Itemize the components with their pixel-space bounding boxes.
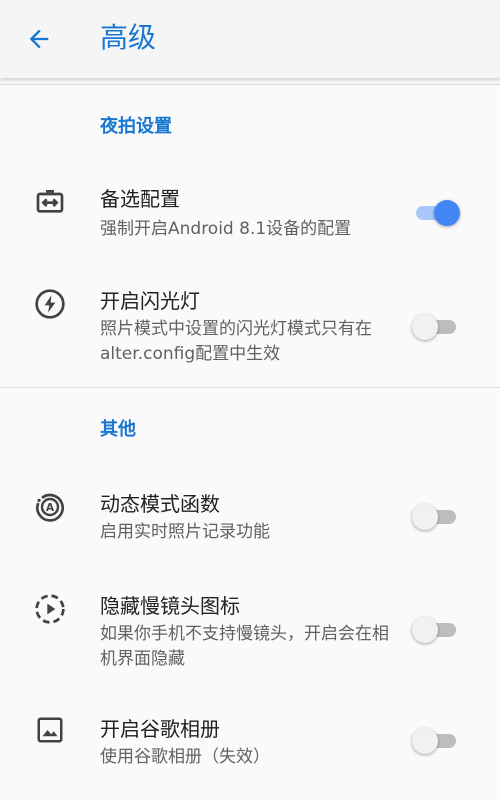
image-icon bbox=[32, 712, 68, 748]
pref-title: 动态模式函数 bbox=[100, 492, 220, 516]
pref-summary: 如果你手机不支持慢镜头，开启会在相机界面隐藏 bbox=[100, 624, 389, 669]
pref-motion-mode[interactable]: A 动态模式函数 启用实时照片记录功能 bbox=[0, 475, 500, 559]
divider bbox=[0, 387, 500, 388]
flash-icon bbox=[32, 286, 68, 322]
page-title: 高级 bbox=[100, 21, 157, 54]
pref-title: 备选配置 bbox=[100, 187, 180, 211]
section-header-night-shot: 夜拍设置 bbox=[100, 116, 172, 137]
pref-title: 隐藏慢镜头图标 bbox=[100, 594, 240, 618]
switch-thumb bbox=[412, 504, 438, 530]
pref-summary: 使用谷歌相册（失效） bbox=[100, 747, 270, 767]
switch-thumb bbox=[412, 314, 438, 340]
toggle-switch[interactable] bbox=[412, 502, 460, 532]
switch-thumb bbox=[412, 728, 438, 754]
pref-flash[interactable]: 开启闪光灯 照片模式中设置的闪光灯模式只有在alter.config配置中生效 bbox=[0, 272, 500, 372]
app-bar: 高级 bbox=[0, 0, 500, 78]
pref-google-photos[interactable]: 开启谷歌相册 使用谷歌相册（失效） bbox=[0, 700, 500, 780]
arrow-back-icon bbox=[29, 29, 49, 49]
motion-photo-auto-icon: A bbox=[32, 489, 68, 525]
switch-thumb bbox=[412, 617, 438, 643]
toggle-switch[interactable] bbox=[412, 615, 460, 645]
pref-hide-slowmo[interactable]: 隐藏慢镜头图标 如果你手机不支持慢镜头，开启会在相机界面隐藏 bbox=[0, 577, 500, 677]
toggle-switch[interactable] bbox=[412, 198, 460, 228]
slow-motion-icon bbox=[32, 591, 68, 627]
pref-summary: 启用实时照片记录功能 bbox=[100, 522, 270, 542]
pref-summary: 强制开启Android 8.1设备的配置 bbox=[100, 219, 352, 239]
divider bbox=[0, 84, 500, 85]
pref-title: 开启闪光灯 bbox=[100, 289, 200, 313]
svg-text:A: A bbox=[46, 501, 55, 514]
section-header-other: 其他 bbox=[100, 419, 136, 440]
toggle-switch[interactable] bbox=[412, 312, 460, 342]
toggle-switch[interactable] bbox=[412, 726, 460, 756]
pref-summary: 照片模式中设置的闪光灯模式只有在alter.config配置中生效 bbox=[100, 319, 372, 364]
pref-title: 开启谷歌相册 bbox=[100, 717, 220, 741]
settings-ethernet-icon bbox=[32, 184, 68, 220]
switch-thumb bbox=[434, 200, 460, 226]
back-button[interactable] bbox=[16, 16, 62, 62]
pref-alt-config[interactable]: 备选配置 强制开启Android 8.1设备的配置 bbox=[0, 170, 500, 258]
